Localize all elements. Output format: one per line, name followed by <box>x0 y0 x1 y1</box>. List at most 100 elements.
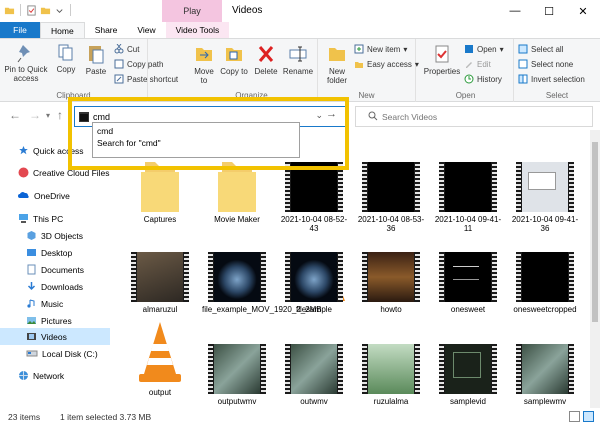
video-thumbnail <box>439 252 497 302</box>
cmd-console-icon <box>79 112 89 122</box>
paste-shortcut-button[interactable]: Paste shortcut <box>114 74 178 84</box>
edit-button[interactable]: Edit <box>464 59 491 69</box>
address-row: ← → ▾ ↑ ⌄ → <box>0 102 600 130</box>
recent-locations-chevron-icon[interactable]: ▾ <box>46 111 50 120</box>
easy-access-button[interactable]: Easy access ▾ <box>354 59 419 69</box>
file-tile[interactable]: 2021-10-04 09-41-11 <box>433 162 503 233</box>
file-tile[interactable]: 2021-10-04 08-53-36 <box>356 162 426 233</box>
properties-button[interactable]: Properties <box>422 43 462 76</box>
nav-desktop[interactable]: Desktop <box>0 244 110 261</box>
folder-icon <box>208 162 266 212</box>
select-all-label: Select all <box>531 44 564 54</box>
details-view-icon[interactable] <box>569 411 580 422</box>
file-tile[interactable]: Movie Maker <box>202 162 272 224</box>
pin-to-quick-access-button[interactable]: Pin to Quick access <box>4 43 48 83</box>
nav-network[interactable]: Network <box>0 367 110 384</box>
tab-video-tools[interactable]: Video Tools <box>165 22 230 38</box>
tab-share[interactable]: Share <box>85 22 128 38</box>
file-tile[interactable]: ruzulalma <box>356 344 426 406</box>
maximize-button[interactable]: ☐ <box>532 0 566 22</box>
select-all-button[interactable]: Select all <box>518 44 563 54</box>
cloud-icon <box>18 192 29 198</box>
tab-file[interactable]: File <box>0 22 40 38</box>
new-folder-icon[interactable] <box>40 5 51 16</box>
file-tile[interactable]: filesample <box>279 252 349 314</box>
file-tile[interactable]: output <box>125 322 195 397</box>
paste-button[interactable]: Paste <box>82 43 110 76</box>
file-tile[interactable]: samplewmv <box>510 344 580 406</box>
up-arrow-icon[interactable]: ↑ <box>57 108 63 122</box>
cut-label: Cut <box>127 44 140 54</box>
file-name: outputwmv <box>217 397 257 406</box>
forward-arrow-icon[interactable]: → <box>29 108 41 122</box>
address-dropdown-icon[interactable]: ⌄ <box>315 110 323 121</box>
new-item-label: New item <box>367 44 401 54</box>
select-all-icon <box>518 44 528 54</box>
file-tile[interactable]: outwmv <box>279 344 349 406</box>
new-group-label: New <box>358 91 375 100</box>
file-tile[interactable]: file_example_MOV_1920_2_2MB <box>202 252 322 314</box>
autocomplete-item-cmd[interactable]: cmd <box>93 125 299 137</box>
nav-this-pc[interactable]: This PC <box>0 210 110 227</box>
new-folder-icon <box>329 48 345 61</box>
scrollbar-thumb[interactable] <box>592 142 598 322</box>
search-box[interactable] <box>355 106 593 127</box>
nav-creative-cloud[interactable]: Creative Cloud Files <box>0 164 110 181</box>
nav-local-disk[interactable]: Local Disk (C:) <box>0 345 110 362</box>
back-arrow-icon[interactable]: ← <box>9 108 21 122</box>
file-tile[interactable]: onesweetcropped <box>510 252 580 314</box>
nav-label: Network <box>33 370 65 381</box>
nav-onedrive[interactable]: OneDrive <box>0 187 110 204</box>
select-none-button[interactable]: Select none <box>518 59 573 69</box>
nav-3d-objects[interactable]: 3D Objects <box>0 227 110 244</box>
file-tile[interactable]: howto <box>356 252 426 314</box>
customize-qat-icon[interactable] <box>54 5 65 16</box>
nav-documents[interactable]: Documents <box>0 261 110 278</box>
new-folder-button[interactable]: New folder <box>322 43 352 85</box>
tab-view[interactable]: View <box>127 22 165 38</box>
file-name: samplevid <box>449 397 486 406</box>
copy-to-label: Copy to <box>220 67 248 76</box>
copy-to-button[interactable]: Copy to <box>220 43 248 76</box>
file-tile[interactable]: samplevid <box>433 344 503 406</box>
nav-downloads[interactable]: Downloads <box>0 278 110 295</box>
file-tile[interactable]: 2021-10-04 09-41-36 <box>510 162 580 233</box>
properties-icon[interactable] <box>26 4 37 16</box>
nav-label: Creative Cloud Files <box>33 167 110 178</box>
open-button[interactable]: Open ▾ <box>464 44 504 54</box>
nav-label: Downloads <box>41 281 84 292</box>
file-tile[interactable]: almaruzul <box>125 252 195 314</box>
copy-button[interactable]: Copy <box>54 43 78 74</box>
folder-icon[interactable] <box>4 5 15 16</box>
file-tile[interactable]: onesweet <box>433 252 503 314</box>
picture-icon <box>27 317 36 324</box>
new-item-button[interactable]: New item ▾ <box>354 44 407 54</box>
autocomplete-item-search[interactable]: Search for "cmd" <box>93 137 299 149</box>
folder-icon <box>131 162 189 212</box>
window-controls: — ☐ ✕ <box>498 0 600 22</box>
rename-button[interactable]: Rename <box>282 43 314 76</box>
file-tile[interactable]: outputwmv <box>202 344 272 406</box>
search-input[interactable] <box>382 110 582 124</box>
vertical-scrollbar[interactable] <box>590 130 600 408</box>
copy-path-button[interactable]: Copy path <box>114 59 163 69</box>
close-button[interactable]: ✕ <box>566 0 600 22</box>
move-to-button[interactable]: Move to <box>190 43 218 85</box>
creative-cloud-icon <box>18 167 29 178</box>
tab-home[interactable]: Home <box>40 22 85 38</box>
file-name: howto <box>380 305 402 314</box>
film-icon <box>27 333 36 340</box>
invert-selection-button[interactable]: Invert selection <box>518 74 585 84</box>
history-button[interactable]: History <box>464 74 502 84</box>
go-arrow-icon[interactable]: → <box>326 108 337 120</box>
nav-pictures[interactable]: Pictures <box>0 312 110 329</box>
nav-music[interactable]: Music <box>0 295 110 312</box>
cut-button[interactable]: Cut <box>114 44 139 54</box>
file-tile[interactable]: Captures <box>125 162 195 224</box>
large-icons-view-icon[interactable] <box>583 411 594 422</box>
nav-videos[interactable]: Videos <box>0 328 110 345</box>
delete-button[interactable]: Delete <box>252 43 280 76</box>
file-tile[interactable]: 2021-10-04 08-52-43 <box>279 162 349 233</box>
new-item-icon <box>354 44 364 54</box>
minimize-button[interactable]: — <box>498 0 532 22</box>
